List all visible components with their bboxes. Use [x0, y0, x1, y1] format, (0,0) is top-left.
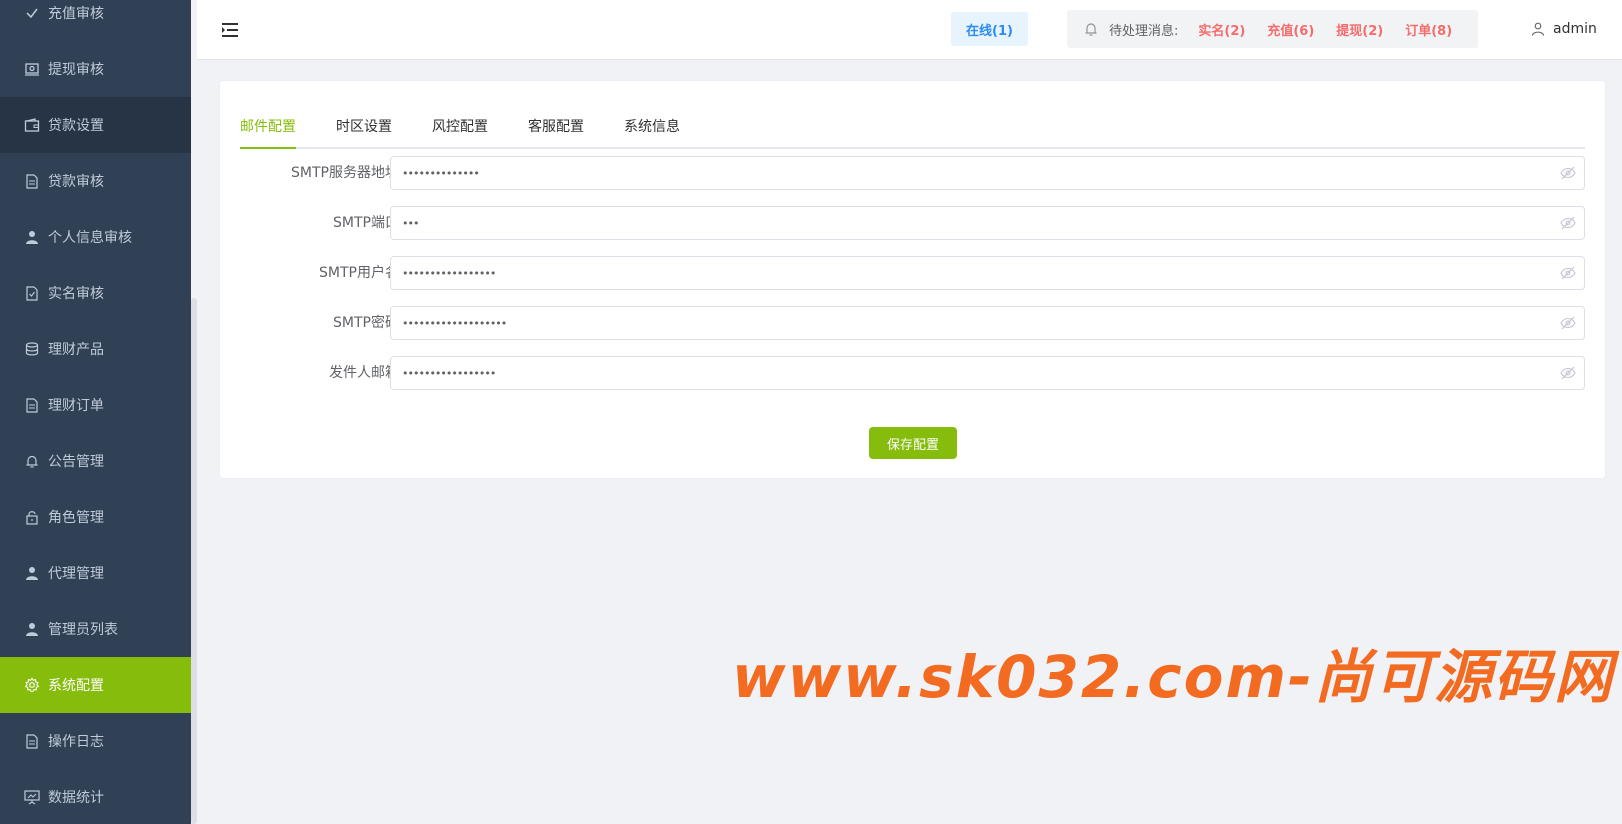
- sidebar-item-label: 个人信息审核: [48, 230, 132, 246]
- active-tab-indicator: [240, 147, 296, 149]
- document-icon: [24, 733, 40, 749]
- sidebar-item-admin-list[interactable]: 管理员列表: [0, 601, 191, 657]
- pending-messages-bar: 待处理消息: 实名(2) 充值(6) 提现(2) 订单(8): [1067, 10, 1478, 48]
- username: admin: [1553, 21, 1597, 37]
- user-menu[interactable]: admin: [1531, 18, 1597, 40]
- bell-icon: [1083, 21, 1099, 37]
- sidebar-item-label: 贷款设置: [48, 118, 104, 134]
- user-icon: [24, 229, 40, 245]
- eye-hidden-icon[interactable]: [1560, 166, 1576, 180]
- sidebar-item-announcements[interactable]: 公告管理: [0, 433, 191, 489]
- sidebar-scrollbar[interactable]: [191, 298, 197, 824]
- tab-risk-config[interactable]: 风控配置: [432, 107, 488, 147]
- online-count-badge[interactable]: 在线(1): [951, 12, 1028, 46]
- eye-hidden-icon[interactable]: [1560, 316, 1576, 330]
- field-label: SMTP用户名: [319, 265, 399, 281]
- sidebar-item-label: 操作日志: [48, 734, 104, 750]
- eye-hidden-icon[interactable]: [1560, 366, 1576, 380]
- user-icon: [24, 621, 40, 637]
- sidebar-item-label: 数据统计: [48, 790, 104, 806]
- sidebar-item-label: 实名审核: [48, 286, 104, 302]
- sidebar-item-system-config[interactable]: 系统配置: [0, 657, 191, 713]
- document-check-icon: [24, 285, 40, 301]
- sidebar-item-label: 角色管理: [48, 510, 104, 526]
- sidebar-item-label: 理财订单: [48, 398, 104, 414]
- check-icon: [24, 5, 40, 21]
- smtp-port-input[interactable]: •••: [390, 206, 1585, 240]
- sidebar-item-label: 理财产品: [48, 342, 104, 358]
- smtp-username-input[interactable]: •••••••••••••••••: [390, 256, 1585, 290]
- field-label: SMTP服务器地址: [291, 165, 399, 181]
- sender-email-input[interactable]: •••••••••••••••••: [390, 356, 1585, 390]
- masked-value: •••••••••••••••••: [402, 366, 496, 380]
- sidebar-item-finance-orders[interactable]: 理财订单: [0, 377, 191, 433]
- lock-icon: [24, 509, 40, 525]
- form-row-sender-email: 发件人邮箱 •••••••••••••••••: [220, 356, 1605, 390]
- sidebar-item-loan-settings[interactable]: 贷款设置: [0, 97, 191, 153]
- eye-hidden-icon[interactable]: [1560, 216, 1576, 230]
- masked-value: •••••••••••••••••••: [402, 316, 507, 330]
- tab-system-info[interactable]: 系统信息: [624, 107, 680, 147]
- sidebar-item-realname-review[interactable]: 实名审核: [0, 265, 191, 321]
- pending-withdraw-link[interactable]: 提现(2): [1336, 20, 1383, 39]
- masked-value: •••: [402, 216, 419, 230]
- sidebar: 充值审核 提现审核 贷款设置 贷款审核 个人信息审核 实名审核 理财产品 理财订…: [0, 0, 191, 824]
- masked-value: •••••••••••••••••: [402, 266, 496, 280]
- sidebar-item-operation-log[interactable]: 操作日志: [0, 713, 191, 769]
- sidebar-item-label: 提现审核: [48, 62, 104, 78]
- smtp-password-input[interactable]: •••••••••••••••••••: [390, 306, 1585, 340]
- chart-board-icon: [24, 789, 40, 805]
- smtp-server-input[interactable]: ••••••••••••••: [390, 156, 1585, 190]
- tab-timezone-settings[interactable]: 时区设置: [336, 107, 392, 147]
- eye-hidden-icon[interactable]: [1560, 266, 1576, 280]
- form-row-smtp-port: SMTP端口 •••: [220, 206, 1605, 240]
- pending-realname-link[interactable]: 实名(2): [1198, 20, 1245, 39]
- config-tabs: 邮件配置 时区设置 风控配置 客服配置 系统信息: [240, 107, 1585, 149]
- sidebar-item-label: 贷款审核: [48, 174, 104, 190]
- gear-icon: [24, 677, 40, 693]
- top-header: 在线(1) 待处理消息: 实名(2) 充值(6) 提现(2) 订单(8) adm…: [197, 0, 1622, 60]
- menu-toggle-icon[interactable]: [221, 22, 239, 38]
- pending-label: 待处理消息:: [1109, 23, 1179, 39]
- sidebar-item-loan-review[interactable]: 贷款审核: [0, 153, 191, 209]
- document-icon: [24, 397, 40, 413]
- sidebar-item-recharge-review[interactable]: 充值审核: [0, 0, 191, 41]
- sidebar-item-personal-info-review[interactable]: 个人信息审核: [0, 209, 191, 265]
- coins-icon: [24, 341, 40, 357]
- field-label: 发件人邮箱: [329, 365, 399, 381]
- save-config-button[interactable]: 保存配置: [869, 427, 957, 459]
- sidebar-item-agents[interactable]: 代理管理: [0, 545, 191, 601]
- sidebar-item-label: 充值审核: [48, 6, 104, 22]
- tab-email-config[interactable]: 邮件配置: [240, 107, 296, 147]
- pending-recharge-link[interactable]: 充值(6): [1267, 20, 1314, 39]
- wallet-icon: [24, 117, 40, 133]
- form-row-smtp-server: SMTP服务器地址 ••••••••••••••: [220, 156, 1605, 190]
- sidebar-item-label: 管理员列表: [48, 622, 118, 638]
- sidebar-item-roles[interactable]: 角色管理: [0, 489, 191, 545]
- tab-customer-service-config[interactable]: 客服配置: [528, 107, 584, 147]
- user-icon: [24, 565, 40, 581]
- sidebar-item-withdraw-review[interactable]: 提现审核: [0, 41, 191, 97]
- sidebar-item-label: 代理管理: [48, 566, 104, 582]
- form-row-smtp-password: SMTP密码 •••••••••••••••••••: [220, 306, 1605, 340]
- sidebar-item-label: 公告管理: [48, 454, 104, 470]
- watermark-text: www.sk032.com-尚可源码网: [732, 643, 1615, 711]
- sidebar-item-label: 系统配置: [48, 678, 104, 694]
- bell-icon: [24, 453, 40, 469]
- money-icon: [24, 61, 40, 77]
- document-icon: [24, 173, 40, 189]
- pending-order-link[interactable]: 订单(8): [1405, 20, 1452, 39]
- sidebar-item-finance-products[interactable]: 理财产品: [0, 321, 191, 377]
- masked-value: ••••••••••••••: [402, 166, 480, 180]
- config-card: 邮件配置 时区设置 风控配置 客服配置 系统信息 SMTP服务器地址 •••••…: [219, 80, 1606, 479]
- form-row-smtp-username: SMTP用户名 •••••••••••••••••: [220, 256, 1605, 290]
- sidebar-item-statistics[interactable]: 数据统计: [0, 769, 191, 824]
- user-icon: [1531, 22, 1545, 36]
